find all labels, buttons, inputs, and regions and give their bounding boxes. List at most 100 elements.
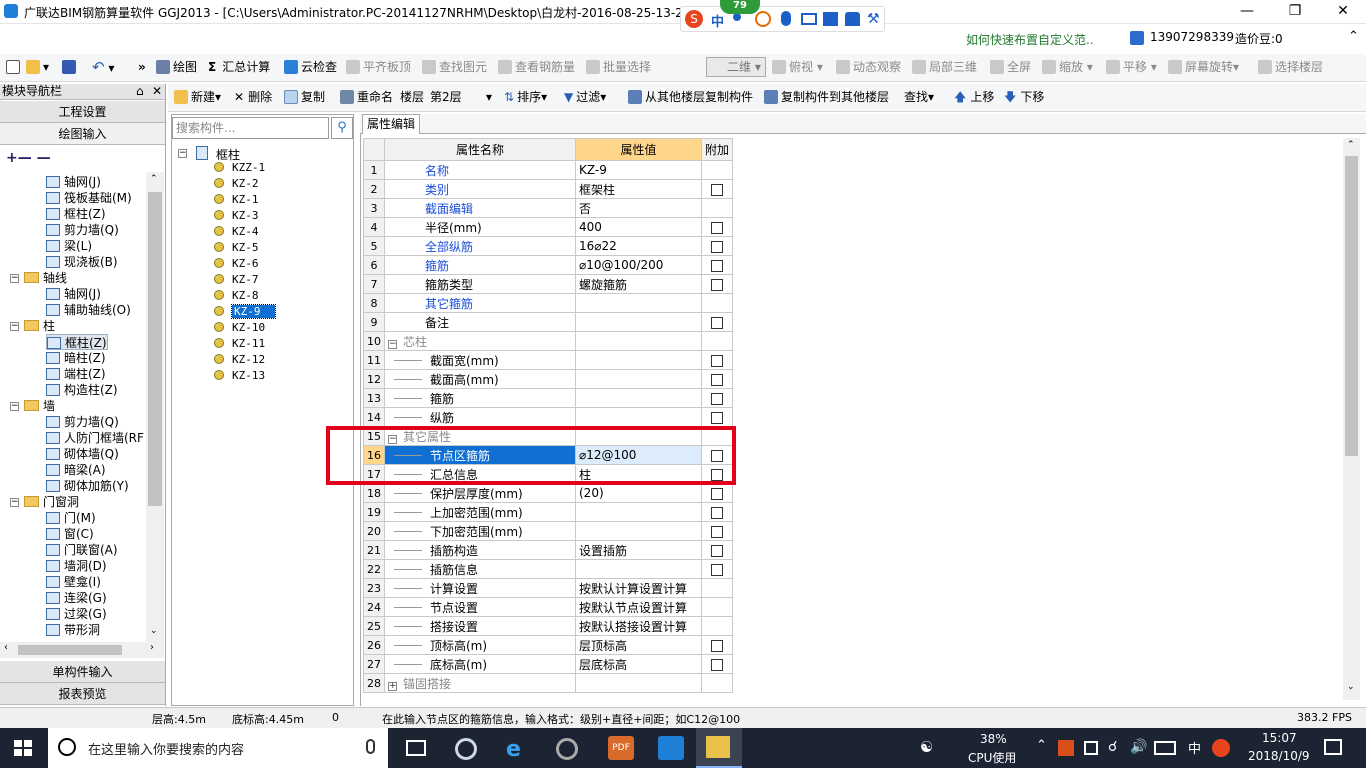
pan-button[interactable]: 平移 ▾: [1106, 54, 1157, 80]
ime-toolbar[interactable]: S 中 ⚒: [680, 6, 885, 32]
clock-date[interactable]: 2018/10/9: [1248, 749, 1310, 763]
property-value[interactable]: [575, 312, 702, 332]
property-row[interactable]: 25 搭接设置 按默认搭接设置计算: [363, 616, 734, 636]
fan-icon[interactable]: [455, 738, 477, 760]
property-row[interactable]: 28 + 锚固搭接: [363, 673, 734, 693]
nav-item[interactable]: 连梁(G): [46, 590, 107, 606]
delete-button[interactable]: ✕ 删除: [234, 84, 272, 110]
property-value[interactable]: 16⌀22: [575, 236, 702, 256]
property-row[interactable]: 27 底标高(m) 层底标高: [363, 654, 734, 674]
nav-item[interactable]: 现浇板(B): [46, 254, 118, 270]
expand-all-icon[interactable]: +— —: [6, 150, 51, 166]
nav-item[interactable]: 构造柱(Z): [46, 382, 118, 398]
tab-property-edit[interactable]: 属性编辑: [362, 114, 420, 134]
nav-group[interactable]: 柱: [24, 318, 55, 334]
nav-item[interactable]: 梁(L): [46, 238, 92, 254]
property-value[interactable]: [575, 350, 702, 370]
active-app-tile[interactable]: [696, 728, 742, 768]
sum-button[interactable]: Σ 汇总计算: [208, 54, 270, 80]
nav-item[interactable]: 砌体加筋(Y): [46, 478, 129, 494]
component-item[interactable]: KZ-11: [214, 336, 265, 352]
collapse-icon[interactable]: ⌃: [1348, 29, 1359, 44]
component-item[interactable]: KZZ-1: [214, 160, 265, 176]
sogou-tray-icon[interactable]: [1212, 739, 1230, 757]
nav-item[interactable]: 轴网(J): [46, 286, 101, 302]
property-value[interactable]: 按默认节点设置计算: [575, 597, 702, 617]
property-row[interactable]: 20 下加密范围(mm): [363, 521, 734, 541]
property-row[interactable]: 10− 芯柱: [363, 331, 734, 351]
new-component-button[interactable]: 新建▾: [174, 84, 221, 110]
property-value[interactable]: 400: [575, 217, 702, 237]
nav-item[interactable]: 剪力墙(Q): [46, 414, 119, 430]
battery-icon[interactable]: [1084, 741, 1098, 755]
minimize-button[interactable]: —: [1224, 0, 1270, 24]
move-down-button[interactable]: 🡇 下移: [1004, 84, 1044, 110]
restore-button[interactable]: ❐: [1272, 0, 1318, 24]
nav-item[interactable]: 筏板基础(M): [46, 190, 132, 206]
scroll-up-icon[interactable]: ⌃: [1347, 140, 1355, 150]
new-file-icon[interactable]: [6, 54, 23, 80]
cloud-check-button[interactable]: 云检查: [284, 54, 337, 80]
property-value[interactable]: [575, 502, 702, 522]
wrench-icon[interactable]: ⚒: [867, 11, 880, 27]
keyboard-icon[interactable]: [1154, 741, 1176, 755]
tray-app-icon[interactable]: [1058, 740, 1074, 756]
move-up-button[interactable]: 🡅 上移: [954, 84, 994, 110]
property-row[interactable]: 21 插筋构造 设置插筋: [363, 540, 734, 560]
nav-item[interactable]: 暗柱(Z): [46, 350, 106, 366]
property-value[interactable]: 否: [575, 198, 702, 218]
tray-expand-icon[interactable]: ⌃: [1036, 738, 1047, 753]
search-icon[interactable]: ⚲: [331, 117, 353, 139]
property-row[interactable]: 1 名称 KZ-9: [363, 160, 734, 180]
component-item[interactable]: KZ-6: [214, 256, 259, 272]
property-row[interactable]: 3 截面编辑 否: [363, 198, 734, 218]
task-view-icon[interactable]: [406, 740, 426, 756]
dynamic-view-button[interactable]: 动态观察: [836, 54, 901, 80]
property-value[interactable]: 按默认搭接设置计算: [575, 616, 702, 636]
ie-icon[interactable]: e: [506, 737, 521, 762]
property-row[interactable]: 24 节点设置 按默认节点设置计算: [363, 597, 734, 617]
nav-item[interactable]: 框柱(Z): [46, 206, 106, 222]
scroll-up-icon[interactable]: ⌃: [150, 174, 158, 184]
open-folder-icon[interactable]: ▾: [26, 54, 49, 80]
nav-hscrollbar[interactable]: ‹ ›: [0, 642, 164, 658]
find-element-button[interactable]: 查找图元: [422, 54, 487, 80]
copy-from-floor-button[interactable]: 从其他楼层复制构件: [628, 84, 753, 110]
volume-icon[interactable]: 🔊: [1130, 739, 1147, 755]
property-value[interactable]: [575, 331, 702, 351]
scroll-right-icon[interactable]: ›: [150, 642, 154, 653]
nav-group[interactable]: 墙: [24, 398, 55, 414]
extra-checkbox[interactable]: [711, 278, 723, 291]
nav-item[interactable]: 剪力墙(Q): [46, 222, 119, 238]
collapse-icon[interactable]: −: [10, 322, 19, 331]
collapse-icon[interactable]: −: [178, 149, 187, 158]
browser-icon[interactable]: [556, 738, 578, 760]
nav-group[interactable]: 轴线: [24, 270, 67, 286]
property-value[interactable]: [575, 521, 702, 541]
scroll-thumb[interactable]: [1345, 156, 1358, 456]
property-row[interactable]: 26 顶标高(m) 层顶标高: [363, 635, 734, 655]
microphone-icon[interactable]: [366, 739, 375, 754]
extra-checkbox[interactable]: [711, 354, 723, 367]
view-mode-select[interactable]: 二维 ▾: [706, 57, 766, 77]
component-item[interactable]: KZ-10: [214, 320, 265, 336]
component-item[interactable]: KZ-12: [214, 352, 265, 368]
nav-item[interactable]: 壁龛(I): [46, 574, 101, 590]
windows-start-icon[interactable]: [14, 728, 34, 768]
nav-item[interactable]: 砌体墙(Q): [46, 446, 119, 462]
property-value[interactable]: KZ-9: [575, 160, 702, 180]
rename-button[interactable]: 重命名: [340, 84, 393, 110]
user-phone[interactable]: 13907298339: [1150, 30, 1234, 44]
close-panel-icon[interactable]: ✕: [152, 84, 162, 99]
find-button[interactable]: 查找▾: [904, 84, 934, 110]
keyboard-icon[interactable]: [801, 13, 817, 25]
property-scrollbar[interactable]: ⌃ ⌄: [1343, 138, 1360, 700]
pdf-app-icon[interactable]: PDF: [608, 736, 634, 760]
nav-item[interactable]: 端柱(Z): [46, 366, 106, 382]
shirt-icon[interactable]: [845, 12, 860, 26]
engineering-settings-button[interactable]: 工程设置: [0, 101, 165, 123]
ime-mode[interactable]: 中: [711, 11, 724, 30]
single-component-button[interactable]: 单构件输入: [0, 661, 165, 683]
property-value[interactable]: 按默认计算设置计算: [575, 578, 702, 598]
extra-checkbox[interactable]: [711, 259, 723, 272]
